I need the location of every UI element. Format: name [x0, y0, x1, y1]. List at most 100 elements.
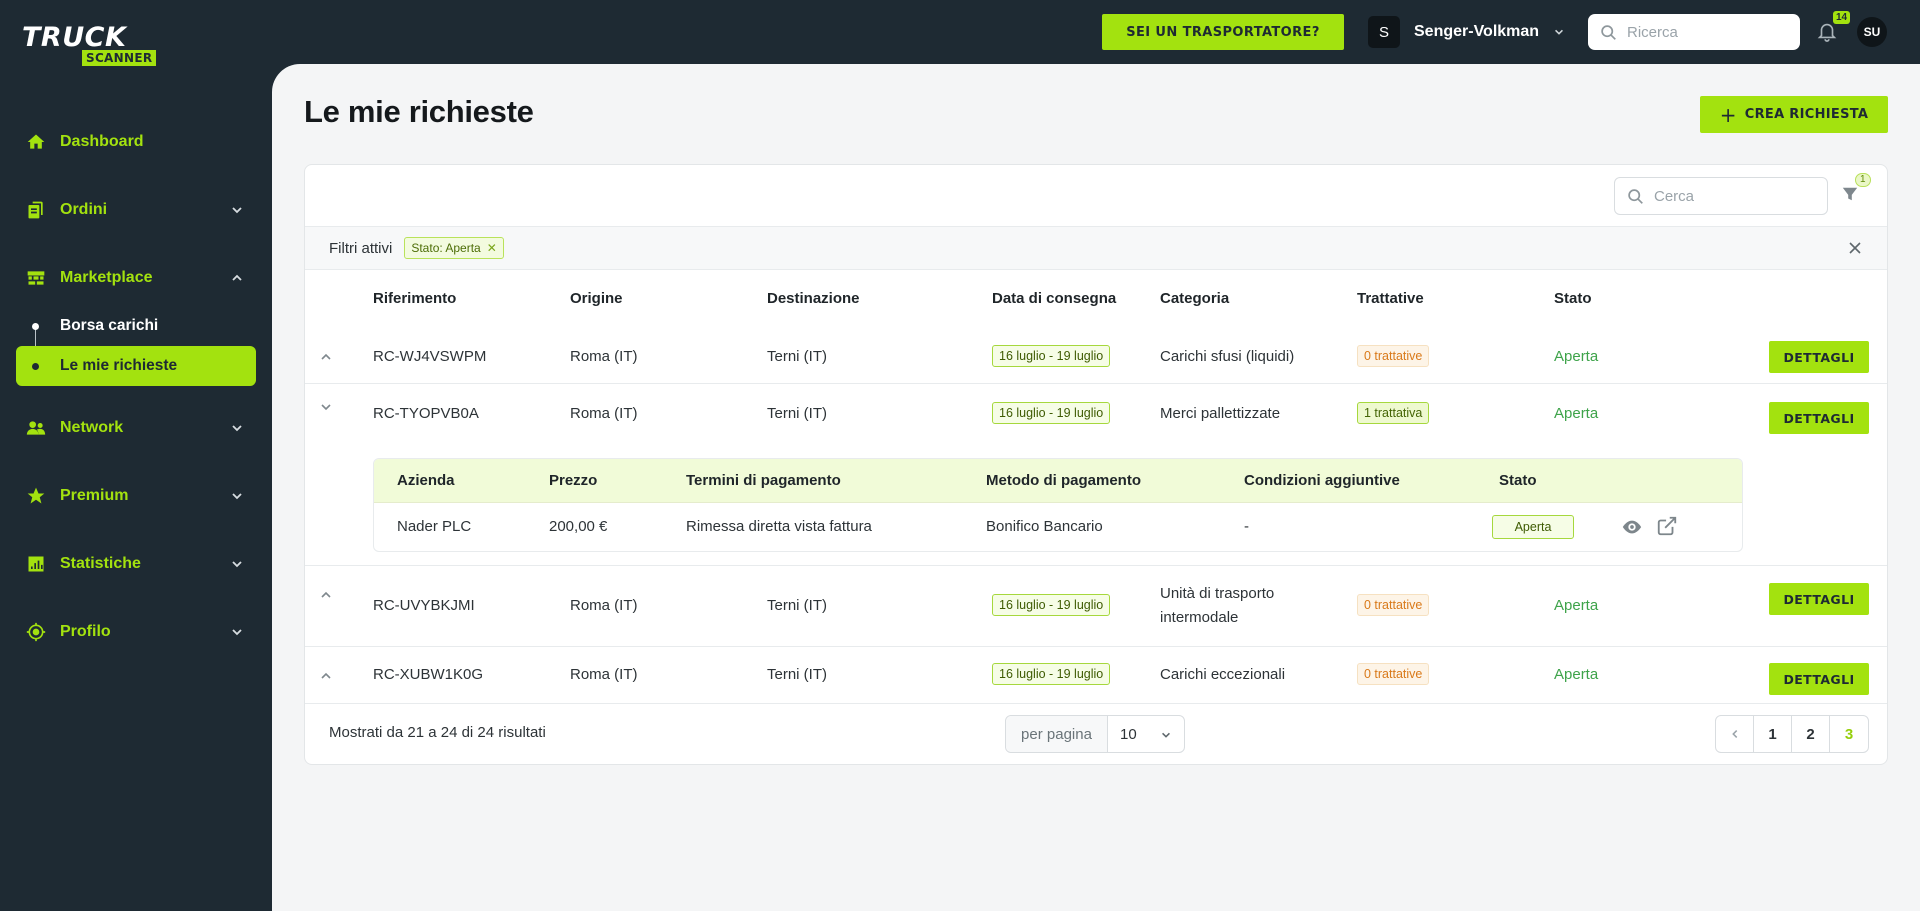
column-header[interactable]: Data di consegna	[992, 290, 1116, 307]
column-header[interactable]: Origine	[570, 290, 623, 307]
chart-icon	[26, 554, 46, 574]
sidebar-item-label: Ordini	[60, 201, 108, 218]
company-avatar: S	[1368, 16, 1400, 48]
table-search[interactable]	[1614, 177, 1828, 215]
chevron-down-icon	[232, 561, 242, 568]
sidebar-item-profilo[interactable]: Profilo	[0, 598, 272, 666]
bullet	[32, 362, 39, 370]
chevron-up-icon[interactable]	[319, 588, 333, 602]
marketplace-subnav: Borsa carichi Le mie richieste	[0, 306, 272, 386]
chevron-up-icon[interactable]	[319, 669, 333, 683]
sidebar-item-dashboard[interactable]: Dashboard	[0, 108, 272, 176]
filter-icon[interactable]	[1841, 185, 1859, 203]
origin: Roma (IT)	[570, 405, 638, 422]
truckscanner-logo[interactable]: TRUCK SCANNER	[22, 24, 170, 70]
table-row[interactable]: RC-WJ4VSWPM Roma (IT) Terni (IT) 16 lugl…	[305, 330, 1887, 384]
chevron-up-icon[interactable]	[319, 350, 333, 364]
category: Carichi sfusi (liquidi)	[1160, 348, 1295, 365]
request-reference: RC-TYOPVB0A	[373, 405, 479, 422]
sidebar-item-label: Dashboard	[60, 133, 144, 150]
offers-column-header: Prezzo	[549, 472, 598, 489]
sidebar-subitem-borsa-carichi[interactable]: Borsa carichi	[16, 306, 256, 346]
documents-icon	[26, 200, 46, 220]
chevron-up-icon	[232, 274, 242, 281]
company-name: Senger-Volkman	[1414, 23, 1540, 40]
category-line-2: intermodale	[1160, 609, 1239, 626]
details-button[interactable]: DETTAGLI	[1769, 583, 1869, 615]
warehouse-icon	[26, 268, 46, 288]
remove-filter-icon[interactable]: ✕	[487, 241, 497, 255]
sidebar-nav: Dashboard Ordini Marketplace Borsa caric…	[0, 108, 272, 666]
table-row[interactable]: RC-UVYBKJMI Roma (IT) Terni (IT) 16 lugl…	[305, 566, 1887, 647]
category: Unità di trasporto	[1160, 585, 1275, 602]
chevron-down-icon[interactable]	[319, 400, 333, 414]
global-search[interactable]	[1588, 14, 1800, 50]
details-button[interactable]: DETTAGLI	[1769, 402, 1869, 434]
table-search-input[interactable]	[1654, 187, 1804, 205]
delivery-date-badge: 16 luglio - 19 luglio	[992, 402, 1111, 424]
external-link-icon[interactable]	[1656, 515, 1678, 537]
plus-icon: +	[1719, 102, 1737, 127]
offers-column-header: Termini di pagamento	[686, 472, 841, 489]
offer-status-badge: Aperta	[1492, 515, 1574, 539]
pagination: 1 2 3	[1715, 715, 1869, 753]
home-icon	[26, 132, 46, 152]
request-reference: RC-XUBW1K0G	[373, 666, 484, 683]
chevron-down-icon	[1555, 29, 1564, 35]
company-switcher[interactable]: S Senger-Volkman	[1368, 15, 1565, 49]
filter-chip[interactable]: Stato: Aperta ✕	[404, 237, 504, 259]
offers-column-header: Metodo di pagamento	[986, 472, 1141, 489]
offers-column-header: Azienda	[397, 472, 455, 489]
eye-icon[interactable]	[1620, 516, 1644, 538]
sidebar-item-premium[interactable]: Premium	[0, 462, 272, 530]
page-button-current[interactable]: 3	[1830, 716, 1868, 752]
user-avatar[interactable]: SU	[1857, 17, 1887, 47]
column-header[interactable]: Categoria	[1160, 290, 1229, 307]
column-header[interactable]: Riferimento	[373, 290, 456, 307]
request-reference: RC-WJ4VSWPM	[373, 348, 487, 365]
column-header[interactable]: Stato	[1554, 290, 1592, 307]
sidebar-item-label: Statistiche	[60, 555, 141, 572]
chevron-down-icon	[232, 207, 242, 214]
sidebar-item-label: Profilo	[60, 623, 111, 640]
table-row-expanded[interactable]: RC-TYOPVB0A Roma (IT) Terni (IT) 16 lugl…	[305, 384, 1887, 566]
delivery-date-badge: 16 luglio - 19 luglio	[992, 345, 1111, 367]
request-reference: RC-UVYBKJMI	[373, 597, 475, 614]
negotiations-badge: 0 trattative	[1357, 345, 1430, 367]
page-button[interactable]: 1	[1754, 716, 1792, 752]
destination: Terni (IT)	[767, 348, 827, 365]
column-header[interactable]: Trattative	[1357, 290, 1424, 307]
sidebar-subitem-label: Le mie richieste	[60, 357, 178, 374]
offer-payment-terms: Rimessa diretta vista fattura	[686, 518, 872, 535]
prev-page-button[interactable]	[1716, 716, 1754, 752]
sidebar-item-network[interactable]: Network	[0, 394, 272, 462]
column-header[interactable]: Destinazione	[767, 290, 860, 307]
page-button[interactable]: 2	[1792, 716, 1830, 752]
star-icon	[26, 486, 46, 506]
sidebar-item-marketplace[interactable]: Marketplace	[0, 244, 272, 312]
page-title: Le mie richieste	[304, 94, 534, 129]
offers-header: Azienda Prezzo Termini di pagamento Meto…	[374, 459, 1742, 503]
offer-row[interactable]: Nader PLC 200,00 € Rimessa diretta vista…	[374, 503, 1742, 551]
sidebar-subitem-le-mie-richieste[interactable]: Le mie richieste	[16, 346, 256, 386]
create-request-button[interactable]: + CREA RICHIESTA	[1700, 96, 1888, 133]
status-text: Aperta	[1554, 666, 1599, 683]
details-button[interactable]: DETTAGLI	[1769, 663, 1869, 695]
filter-count-badge: 1	[1855, 173, 1871, 187]
logo-subtext: SCANNER	[82, 50, 157, 66]
table-row[interactable]: RC-XUBW1K0G Roma (IT) Terni (IT) 16 lugl…	[305, 647, 1887, 711]
carrier-cta-button[interactable]: SEI UN TRASPORTATORE?	[1102, 14, 1344, 50]
offer-conditions: -	[1244, 518, 1249, 535]
sidebar-item-statistiche[interactable]: Statistiche	[0, 530, 272, 598]
sidebar-item-ordini[interactable]: Ordini	[0, 176, 272, 244]
clear-filters-icon[interactable]	[1847, 240, 1863, 256]
status-text: Aperta	[1554, 597, 1599, 614]
notification-count: 14	[1833, 11, 1851, 24]
per-page-select[interactable]: per pagina 10	[1005, 715, 1185, 753]
details-button[interactable]: DETTAGLI	[1769, 341, 1869, 373]
delivery-date-badge: 16 luglio - 19 luglio	[992, 663, 1111, 685]
negotiations-badge: 0 trattative	[1357, 663, 1430, 685]
global-search-input[interactable]	[1627, 23, 1787, 41]
destination: Terni (IT)	[767, 666, 827, 683]
settings-icon	[26, 622, 46, 642]
